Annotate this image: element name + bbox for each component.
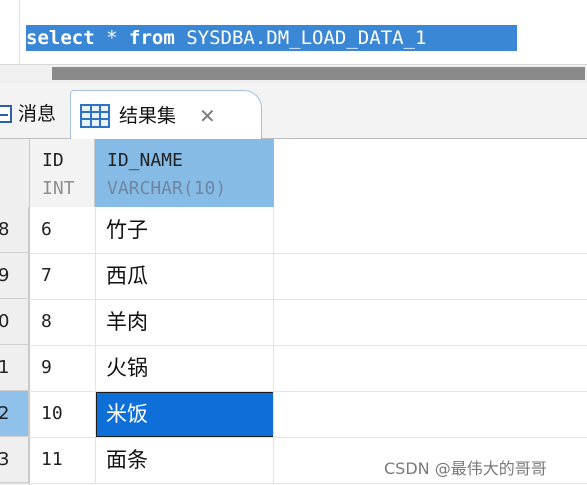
cell-id[interactable]: 7 — [41, 253, 52, 299]
cell-id[interactable]: 9 — [41, 345, 52, 391]
table-row[interactable]: 0 8 羊肉 — [0, 299, 587, 346]
column-divider — [273, 207, 274, 253]
message-icon — [0, 105, 12, 123]
column-name: ID — [42, 150, 64, 171]
watermark: CSDN @最伟大的哥哥 — [384, 459, 547, 478]
table-row[interactable]: 8 6 竹子 — [0, 207, 587, 254]
row-number[interactable]: 0 — [0, 299, 29, 345]
cell-id[interactable]: 6 — [41, 207, 52, 253]
horizontal-scrollbar[interactable] — [0, 64, 587, 83]
cell-id-name[interactable]: 西瓜 — [106, 253, 148, 299]
sql-star: * — [106, 27, 118, 49]
column-divider — [95, 345, 96, 391]
cell-id[interactable]: 11 — [41, 437, 63, 483]
column-divider — [273, 391, 274, 437]
row-number[interactable]: 3 — [0, 437, 29, 483]
cell-id[interactable]: 10 — [41, 391, 63, 437]
sql-statement[interactable]: select * from SYSDBA.DM_LOAD_DATA_1 — [26, 25, 517, 51]
row-number[interactable]: 1 — [0, 345, 29, 391]
cell-id-name[interactable]: 竹子 — [106, 207, 148, 253]
column-type: VARCHAR(10) — [107, 178, 227, 199]
tab-result-set-label: 结果集 — [119, 105, 177, 127]
header-empty-area — [274, 139, 587, 207]
cell-id[interactable]: 8 — [41, 299, 52, 345]
column-divider — [273, 253, 274, 299]
table-row[interactable]: 9 7 西瓜 — [0, 253, 587, 300]
scrollbar-thumb[interactable] — [52, 67, 585, 80]
column-divider — [95, 207, 96, 253]
table-row-selected[interactable]: 2 10 米饭 — [0, 391, 587, 438]
cell-id-name[interactable]: 羊肉 — [106, 299, 148, 345]
table-row[interactable]: 1 9 火锅 — [0, 345, 587, 392]
row-number[interactable]: 2 — [0, 391, 29, 437]
cell-id-name[interactable]: 火锅 — [106, 345, 148, 391]
cell-id-name[interactable]: 面条 — [106, 437, 148, 483]
column-header-id-name[interactable]: ID_NAME VARCHAR(10) — [95, 139, 274, 207]
sql-table-name: SYSDBA.DM_LOAD_DATA_1 — [186, 27, 427, 49]
column-divider — [95, 299, 96, 345]
tab-result-set[interactable]: 结果集 ✕ — [70, 90, 262, 139]
table-grid-icon — [80, 104, 110, 128]
column-divider — [273, 345, 274, 391]
close-icon[interactable]: ✕ — [199, 101, 216, 131]
column-divider — [273, 299, 274, 345]
sql-keyword-select: select — [26, 27, 95, 49]
column-divider — [95, 437, 96, 483]
column-header-id[interactable]: ID INT — [30, 139, 95, 207]
column-divider — [95, 253, 96, 299]
sql-keyword-from: from — [129, 27, 175, 49]
column-name: ID_NAME — [107, 150, 183, 171]
row-number[interactable]: 9 — [0, 253, 29, 299]
editor-gutter — [0, 0, 20, 64]
column-divider — [273, 437, 274, 483]
tab-messages[interactable]: 消息 — [0, 99, 56, 129]
result-grid: ID INT ID_NAME VARCHAR(10) 8 6 竹子 9 7 西瓜… — [0, 139, 587, 485]
column-type: INT — [42, 178, 75, 199]
cell-id-name-selected[interactable]: 米饭 — [106, 391, 148, 437]
sql-editor[interactable]: select * from SYSDBA.DM_LOAD_DATA_1 — [0, 0, 587, 64]
result-tabbar: 消息 结果集 ✕ — [0, 83, 587, 139]
tab-messages-label: 消息 — [18, 103, 57, 125]
row-number[interactable]: 8 — [0, 207, 29, 253]
